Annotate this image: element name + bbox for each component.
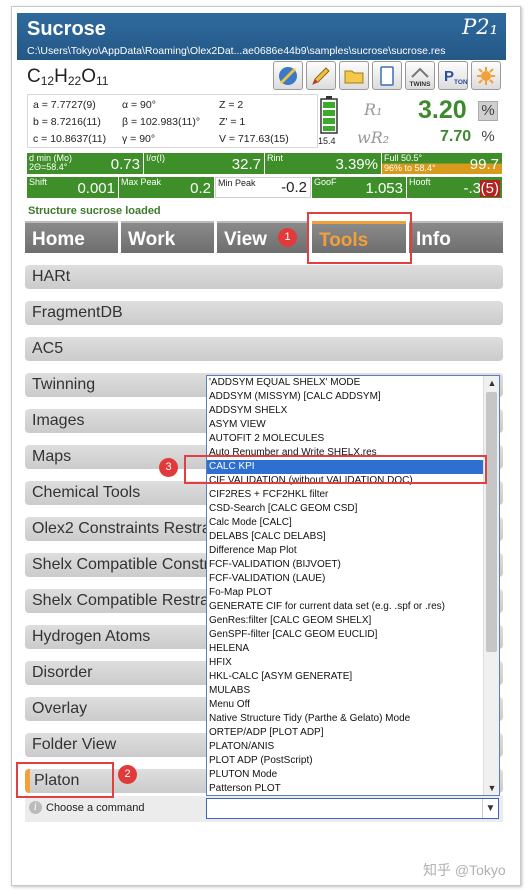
annotation-box-tools [307,212,412,264]
data-parameter-ratio: 15.4 [318,136,336,146]
dropdown-option[interactable]: PLOT ADP (PostScript) [207,754,485,768]
edit-tool-icon [279,66,297,85]
stat-max-peak[interactable]: Max Peak 0.2 [119,177,214,198]
stat-completeness[interactable]: Full 50.5° 96% to 58.4° 99.7 [382,153,502,174]
dropdown-option[interactable]: HKL-CALC [ASYM GENERATE] [207,670,485,684]
dropdown-option[interactable]: Fo-Map PLOT [207,586,485,600]
chemical-formula: C12H22O11 [27,66,109,88]
stat-hooft[interactable]: Hooft -.3 (5) [407,177,502,198]
dropdown-option[interactable]: Difference Map Plot [207,544,485,558]
annotation-number-1: 1 [278,228,297,247]
notepad-icon [380,65,394,86]
space-group: P2₁ [462,15,498,39]
stat-shift[interactable]: Shift 0.001 [27,177,118,198]
pencil-button[interactable] [306,61,336,90]
folder-icon [344,70,364,83]
dropdown-option[interactable]: DELABS [CALC DELABS] [207,530,485,544]
dropdown-option[interactable]: ORTEP/ADP [PLOT ADP] [207,726,485,740]
stat-goof[interactable]: GooF 1.053 [312,177,406,198]
wr2-value: 7.70 [440,128,472,145]
dropdown-option[interactable]: AUTOFIT 2 MOLECULES [207,432,485,446]
edit-tool-button[interactable] [273,61,303,90]
command-dropdown-list[interactable]: 'ADDSYM EQUAL SHELX' MODE ADDSYM (MISSYM)… [206,375,500,796]
command-label: Choose a command [46,802,145,814]
command-row: i Choose a command ▼ [25,796,503,822]
r1-label: R₁ [364,100,383,119]
r1-value: 3.20 [418,96,467,124]
dropdown-option[interactable]: PLATON/ANIS [207,740,485,754]
scroll-up-icon[interactable]: ▲ [484,376,499,390]
command-options: 'ADDSYM EQUAL SHELX' MODE ADDSYM (MISSYM)… [207,376,485,795]
section-hart[interactable]: HARt [25,265,503,289]
dropdown-option[interactable]: ADDSYM SHELX [207,404,485,418]
dropdown-option[interactable]: HFIX [207,656,485,670]
dropdown-option[interactable]: MULABS [207,684,485,698]
scroll-down-icon[interactable]: ▼ [484,781,499,795]
twins-button[interactable]: TWINS [405,61,435,90]
status-message: Structure sucrose loaded [28,205,161,217]
command-select[interactable]: ▼ [206,798,499,819]
pencil-icon [312,66,330,85]
structure-title: Sucrose [27,18,106,40]
dropdown-option[interactable]: HELENA [207,642,485,656]
dropdown-option[interactable]: Calc Mode [CALC] [207,516,485,530]
tab-work[interactable]: Work [121,221,214,253]
dropdown-option[interactable]: Menu Off [207,698,485,712]
annotation-box-platon [16,762,114,798]
stat-min-peak[interactable]: Min Peak -0.2 [215,177,311,198]
stat-rint[interactable]: Rint 3.39% [265,153,381,174]
settings-icon [477,66,495,85]
annotation-number-3: 3 [159,458,178,477]
dropdown-option[interactable]: Patterson PLOT [207,782,485,795]
info-icon: i [29,801,42,814]
section-fragmentdb[interactable]: FragmentDB [25,301,503,325]
open-folder-button[interactable] [339,61,369,90]
stat-dmin[interactable]: d min (Mo) 2Θ=58.4° 0.73 [27,153,143,174]
structure-header: Sucrose P2₁ C:\Users\Tokyo\AppData\Roami… [17,13,506,60]
r1-unit-button[interactable]: % [478,101,498,121]
dropdown-option[interactable]: Native Structure Tidy (Parthe & Gelato) … [207,712,485,726]
platon-button[interactable]: P TON [438,61,468,90]
dropdown-option[interactable]: PLUTON Mode [207,768,485,782]
dropdown-option[interactable]: 'ADDSYM EQUAL SHELX' MODE [207,376,485,390]
watermark: 知乎 @Tokyo [423,862,506,878]
dropdown-option[interactable]: CIF2RES + FCF2HKL filter [207,488,485,502]
notepad-button[interactable] [372,61,402,90]
tab-info[interactable]: Info [409,221,503,253]
dropdown-option[interactable]: GenSPF-filter [CALC GEOM EUCLID] [207,628,485,642]
settings-button[interactable] [471,61,501,90]
dropdown-option[interactable]: GENERATE CIF for current data set (e.g. … [207,600,485,614]
annotation-number-2: 2 [118,765,137,784]
wr2-unit: % [481,128,495,145]
dropdown-option[interactable]: FCF-VALIDATION (LAUE) [207,572,485,586]
tab-home[interactable]: Home [25,221,118,253]
stat-i-sigma[interactable]: I/σ(I) 32.7 [144,153,264,174]
dropdown-option[interactable]: CSD-Search [CALC GEOM CSD] [207,502,485,516]
dropdown-option[interactable]: GenRes:filter [CALC GEOM SHELX] [207,614,485,628]
file-path[interactable]: C:\Users\Tokyo\AppData\Roaming\Olex2Dat.… [27,45,445,57]
data-parameter-ratio-icon [320,96,338,134]
wr2-label: wR₂ [357,128,390,147]
dropdown-scrollbar[interactable]: ▲ ▼ [483,376,499,795]
section-ac5[interactable]: AC5 [25,337,503,361]
chevron-down-icon[interactable]: ▼ [482,799,498,818]
scrollbar-thumb[interactable] [486,392,497,652]
dropdown-option[interactable]: ASYM VIEW [207,418,485,432]
cell-parameters: a = 7.7727(9) α = 90° Z = 2 b = 8.7216(1… [27,94,318,148]
svg-text:P: P [444,68,454,85]
dropdown-option[interactable]: FCF-VALIDATION (BIJVOET) [207,558,485,572]
annotation-box-calc-kpi [184,455,487,484]
dropdown-option[interactable]: ADDSYM (MISSYM) [CALC ADDSYM] [207,390,485,404]
